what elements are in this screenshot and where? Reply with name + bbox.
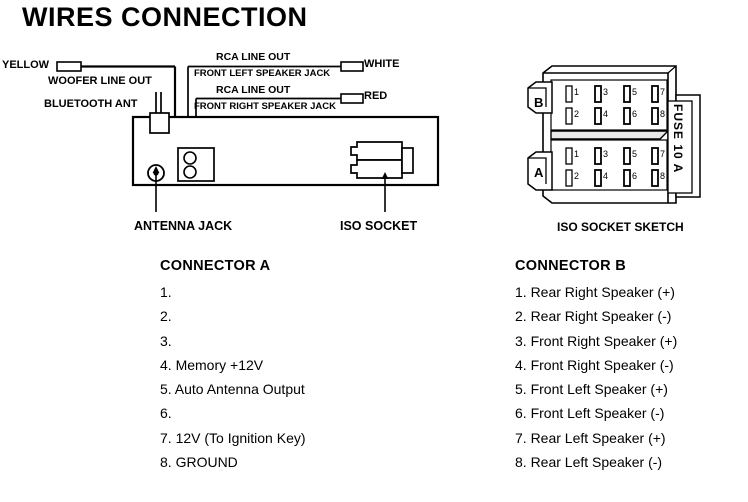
pin-number-a1: 1 [574,149,580,159]
antenna-jack-leader [152,166,160,212]
label-iso-socket: ISO SOCKET [340,219,418,233]
rca-jack-block [177,147,215,182]
pin-number-a7: 7 [660,149,666,159]
pin-number-b7: 7 [660,87,666,97]
pin-number-b8: 8 [660,109,666,119]
iso-socket-connector [350,141,414,179]
label-fuse: FUSE 10 A [671,104,685,174]
connector-a-section: CONNECTOR A 1. 2. 3. 4. Memory +12V 5. A… [160,258,306,474]
list-item: 1. [160,284,172,300]
pin-number-a5: 5 [632,149,638,159]
bluetooth-antenna-socket [149,112,170,134]
list-item: 8. Rear Left Speaker (-) [515,454,663,471]
iso-socket-leader [381,172,389,212]
wiring-diagram-page: WIRES CONNECTION YELLOW WHITE RED WOOFER… [0,0,748,502]
list-item: 4. Memory +12V [160,356,264,373]
label-yellow: YELLOW [2,59,50,71]
label-woofer-line-out: WOOFER LINE OUT [48,75,152,87]
label-bluetooth-ant: BLUETOOTH ANT [44,98,138,110]
label-connector-a-tab: A [534,165,544,180]
pin-number-b6: 6 [632,109,638,119]
pin-number-b4: 4 [603,109,609,119]
list-item: 3. [160,332,172,349]
label-rca-line-out-right: RCA LINE OUT [216,84,291,96]
connector-b-items: 1. Rear Right Speaker (+) 2. Rear Right … [515,280,677,474]
label-front-right-speaker-jack: FRONT RIGHT SPEAKER JACK [194,101,336,112]
label-white: WHITE [364,58,400,70]
pin-number-b3: 3 [603,87,609,97]
pin-number-a4: 4 [603,171,609,181]
list-item: 2. Rear Right Speaker (-) [515,308,672,325]
list-item: 8. GROUND [160,454,238,471]
list-item: 5. Auto Antenna Output [160,381,305,398]
pin-number-a6: 6 [632,171,638,181]
connector-b-heading: CONNECTOR B [515,258,626,274]
list-item: 1. Rear Right Speaker (+) [515,284,675,300]
pin-number-a2: 2 [574,171,580,181]
label-iso-socket-sketch-caption: ISO SOCKET SKETCH [557,220,684,234]
pin-number-a8: 8 [660,171,666,181]
list-item: 6. Front Left Speaker (-) [515,405,665,422]
list-item: 6. [160,405,172,422]
label-rca-line-out-left: RCA LINE OUT [216,51,291,63]
list-item: 7. 12V (To Ignition Key) [160,429,306,446]
connector-b-section: CONNECTOR B 1. Rear Right Speaker (+) 2.… [515,258,677,474]
list-item: 7. Rear Left Speaker (+) [515,429,666,446]
pin-number-b5: 5 [632,87,638,97]
pin-number-b2: 2 [574,109,580,119]
list-item: 3. Front Right Speaker (+) [515,332,678,349]
label-red: RED [364,90,388,102]
label-antenna-jack: ANTENNA JACK [134,219,233,233]
list-item: 2. [160,308,172,325]
list-item: 4. Front Right Speaker (-) [515,356,674,373]
label-connector-b-tab: B [534,95,544,110]
label-front-left-speaker-jack: FRONT LEFT SPEAKER JACK [194,68,331,79]
pin-number-a3: 3 [603,149,609,159]
connector-a-heading: CONNECTOR A [160,258,271,274]
list-item: 5. Front Left Speaker (+) [515,381,668,398]
connector-a-items: 1. 2. 3. 4. Memory +12V 5. Auto Antenna … [160,280,306,474]
pin-number-b1: 1 [574,87,580,97]
